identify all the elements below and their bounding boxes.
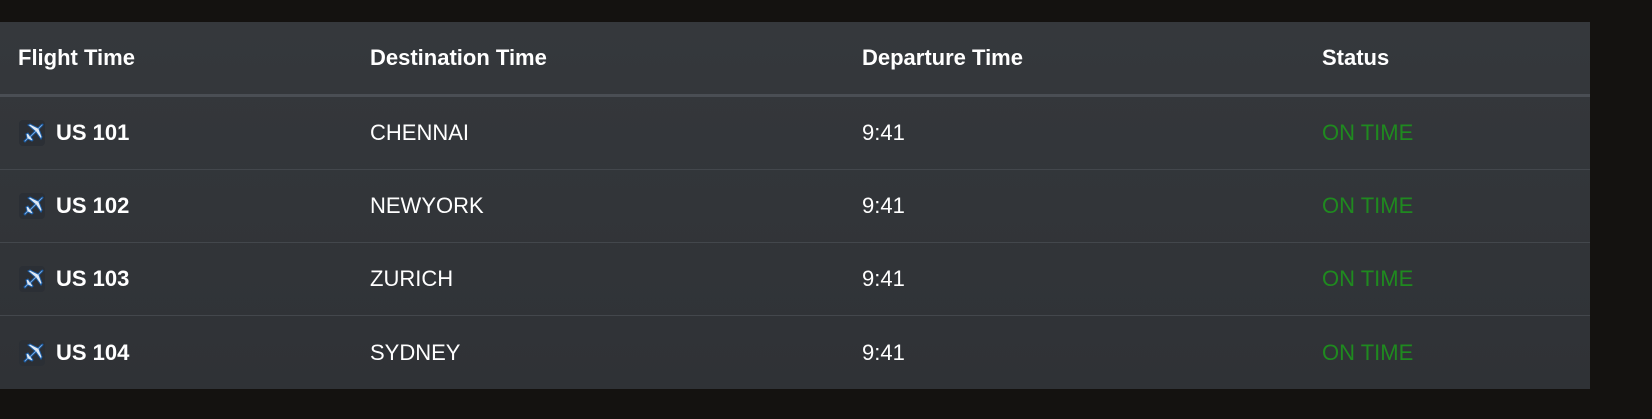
header-departure-time: Departure Time — [862, 45, 1023, 70]
flight-cell: US 104 — [18, 316, 129, 389]
header-flight-time: Flight Time — [18, 45, 135, 70]
table-row: US 103 ZURICH 9:41 ON TIME — [0, 243, 1590, 316]
status-cell: ON TIME — [1322, 193, 1414, 218]
flight-number: US 102 — [56, 193, 130, 218]
airplane-icon — [19, 193, 45, 219]
table-row: US 102 NEWYORK 9:41 ON TIME — [0, 170, 1590, 243]
airplane-icon — [19, 339, 45, 366]
table-header: Flight Time Destination Time Departure T… — [0, 22, 1590, 97]
status-cell: ON TIME — [1322, 339, 1414, 365]
status-cell: ON TIME — [1322, 120, 1414, 145]
airplane-icon — [19, 266, 45, 292]
flight-cell: US 102 — [18, 170, 129, 242]
flight-number: US 103 — [56, 266, 130, 291]
departure-cell: 9:41 — [862, 193, 905, 218]
table-row: US 101 CHENNAI 9:41 ON TIME — [0, 97, 1590, 170]
table-row: US 104 SYDNEY 9:41 ON TIME — [0, 316, 1590, 389]
destination-cell: SYDNEY — [370, 339, 461, 365]
header-destination-time: Destination Time — [370, 45, 547, 70]
flight-number: US 101 — [56, 120, 130, 145]
flight-cell: US 103 — [18, 243, 129, 315]
flight-board: Flight Time Destination Time Departure T… — [0, 22, 1590, 389]
flight-number: US 104 — [56, 339, 130, 365]
destination-cell: ZURICH — [370, 266, 454, 291]
destination-cell: NEWYORK — [370, 193, 484, 218]
departure-cell: 9:41 — [862, 120, 905, 145]
airplane-icon — [19, 120, 45, 146]
destination-cell: CHENNAI — [370, 120, 470, 145]
departure-cell: 9:41 — [862, 266, 905, 291]
status-cell: ON TIME — [1322, 266, 1414, 291]
header-status: Status — [1322, 45, 1390, 70]
flight-cell: US 101 — [18, 97, 129, 169]
departure-cell: 9:41 — [862, 339, 905, 365]
